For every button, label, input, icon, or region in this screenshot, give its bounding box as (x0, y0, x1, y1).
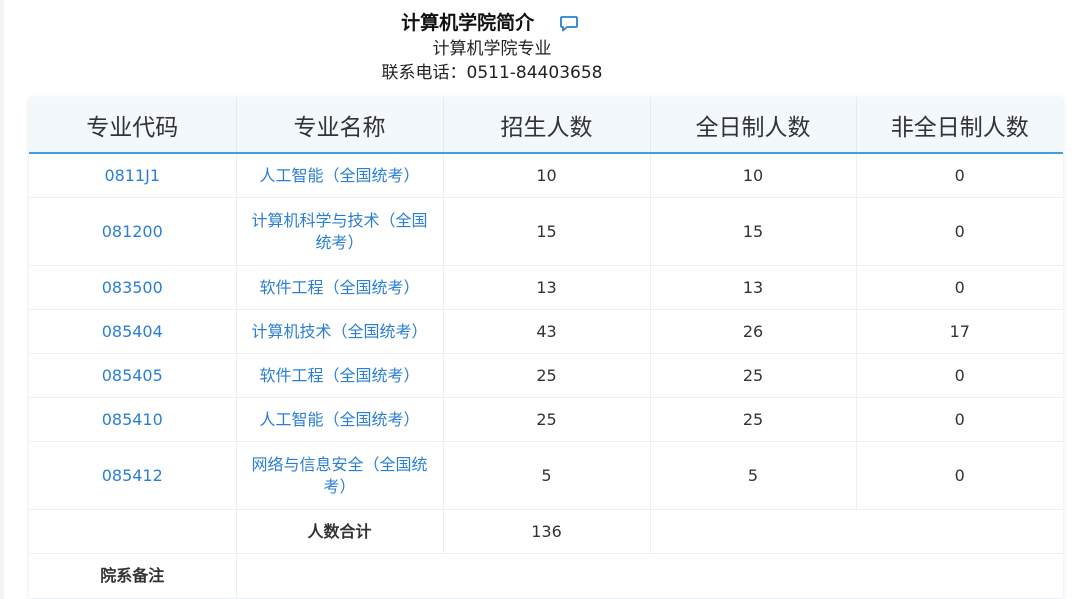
note-value (236, 553, 1063, 599)
header-major-name: 专业名称 (236, 97, 444, 154)
enrollment-cell: 15 (443, 197, 651, 266)
page-title: 计算机学院简介 (401, 11, 535, 34)
major-name-link[interactable]: 计算机技术（全国统考） (236, 309, 444, 354)
note-label: 院系备注 (29, 553, 237, 599)
major-code-link[interactable]: 0811J1 (29, 153, 237, 198)
major-name-link[interactable]: 网络与信息安全（全国统考） (236, 441, 444, 510)
table-row: 085405 软件工程（全国统考） 25 25 0 (29, 353, 1063, 398)
enrollment-cell: 13 (443, 265, 651, 310)
table-row: 085404 计算机技术（全国统考） 43 26 17 (29, 309, 1063, 354)
majors-table-container: 专业代码 专业名称 招生人数 全日制人数 非全日制人数 0811J1 人工智能（… (29, 97, 1063, 599)
header-parttime: 非全日制人数 (856, 97, 1063, 154)
comment-icon[interactable] (559, 14, 579, 32)
major-code-link[interactable]: 081200 (29, 197, 237, 266)
fulltime-cell: 25 (650, 353, 857, 398)
page-header: 计算机学院简介 计算机学院专业 联系电话：0511-84403658 (0, 0, 1080, 96)
major-name-link[interactable]: 软件工程（全国统考） (236, 353, 444, 398)
total-row: 人数合计 136 (29, 509, 1063, 554)
fulltime-cell: 13 (650, 265, 857, 310)
enrollment-cell: 5 (443, 441, 651, 510)
parttime-cell: 0 (856, 353, 1063, 398)
major-code-link[interactable]: 085412 (29, 441, 237, 510)
major-code-link[interactable]: 085405 (29, 353, 237, 398)
major-name-link[interactable]: 计算机科学与技术（全国统考） (236, 197, 444, 266)
parttime-cell: 17 (856, 309, 1063, 354)
note-row: 院系备注 (29, 553, 1063, 599)
enrollment-cell: 25 (443, 353, 651, 398)
major-name-link[interactable]: 人工智能（全国统考） (236, 153, 444, 198)
table-header-row: 专业代码 专业名称 招生人数 全日制人数 非全日制人数 (29, 97, 1063, 154)
fulltime-cell: 26 (650, 309, 857, 354)
table-row: 083500 软件工程（全国统考） 13 13 0 (29, 265, 1063, 310)
contact-phone: 联系电话：0511-84403658 (381, 63, 603, 83)
header-enrollment: 招生人数 (443, 97, 651, 154)
parttime-cell: 0 (856, 265, 1063, 310)
major-code-link[interactable]: 083500 (29, 265, 237, 310)
parttime-cell: 0 (856, 441, 1063, 510)
major-code-link[interactable]: 085410 (29, 397, 237, 442)
table-row: 081200 计算机科学与技术（全国统考） 15 15 0 (29, 197, 1063, 266)
total-blank-cell (650, 509, 1063, 554)
title-row: 计算机学院简介 (0, 9, 980, 36)
parttime-cell: 0 (856, 397, 1063, 442)
fulltime-cell: 5 (650, 441, 857, 510)
parttime-cell: 0 (856, 197, 1063, 266)
majors-table: 专业代码 专业名称 招生人数 全日制人数 非全日制人数 0811J1 人工智能（… (29, 97, 1063, 599)
total-value: 136 (443, 509, 651, 554)
parttime-cell: 0 (856, 153, 1063, 198)
header-fulltime: 全日制人数 (650, 97, 857, 154)
total-label: 人数合计 (236, 509, 444, 554)
table-row: 0811J1 人工智能（全国统考） 10 10 0 (29, 153, 1063, 198)
department-subtitle: 计算机学院专业 (432, 39, 552, 59)
enrollment-cell: 10 (443, 153, 651, 198)
table-row: 085412 网络与信息安全（全国统考） 5 5 0 (29, 441, 1063, 510)
major-name-link[interactable]: 人工智能（全国统考） (236, 397, 444, 442)
major-name-link[interactable]: 软件工程（全国统考） (236, 265, 444, 310)
enrollment-cell: 43 (443, 309, 651, 354)
total-empty-cell (29, 509, 237, 554)
fulltime-cell: 10 (650, 153, 857, 198)
header-major-code: 专业代码 (29, 97, 237, 154)
table-row: 085410 人工智能（全国统考） 25 25 0 (29, 397, 1063, 442)
enrollment-cell: 25 (443, 397, 651, 442)
fulltime-cell: 25 (650, 397, 857, 442)
major-code-link[interactable]: 085404 (29, 309, 237, 354)
fulltime-cell: 15 (650, 197, 857, 266)
